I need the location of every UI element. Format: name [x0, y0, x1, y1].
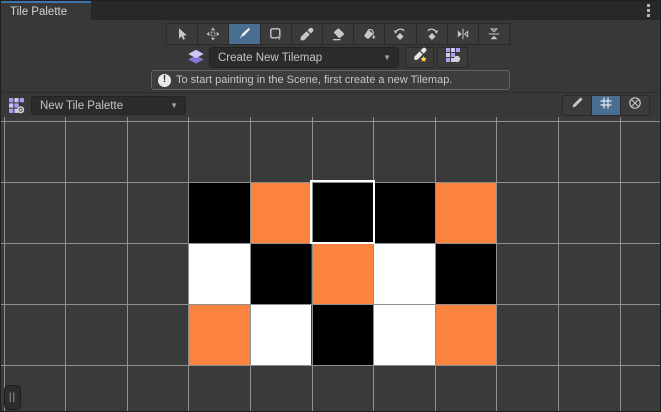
- eraser-icon: [331, 27, 345, 41]
- palette-grid-canvas[interactable]: ||: [1, 117, 661, 412]
- grid-line-vertical: [435, 117, 436, 412]
- palette-tile-black[interactable]: [188, 182, 250, 243]
- cursor-icon: [175, 27, 189, 41]
- gizmos-toggle[interactable]: [621, 96, 649, 115]
- scrollbar-thumb[interactable]: ||: [4, 385, 21, 410]
- grid-line-vertical: [4, 117, 5, 412]
- tool-row: [166, 23, 510, 45]
- palette-toggle-group: [562, 95, 650, 116]
- info-icon: !: [158, 74, 171, 87]
- flip-horizontal-icon: [456, 27, 470, 41]
- flip-x-tool-button[interactable]: [448, 24, 478, 44]
- eyedropper-icon: [300, 27, 314, 41]
- grid-line-vertical: [496, 117, 497, 412]
- brush-icon: [237, 27, 251, 41]
- rotate-cw-tool-button[interactable]: [417, 24, 447, 44]
- palette-dropdown-value: New Tile Palette: [32, 100, 170, 112]
- pencil-icon: [570, 96, 584, 115]
- grid-line-vertical: [65, 117, 66, 412]
- flip-vertical-icon: [487, 27, 501, 41]
- tile-palette-icon: [8, 97, 25, 114]
- grid-line-vertical: [127, 117, 128, 412]
- box-fill-tool-button[interactable]: [261, 24, 291, 44]
- grid-toggle[interactable]: [592, 96, 620, 115]
- palette-tile-orange[interactable]: [188, 304, 250, 365]
- fill-tool-button[interactable]: [354, 24, 384, 44]
- layers-icon: [187, 48, 205, 66]
- gizmo-sphere-icon: [628, 96, 642, 115]
- palette-tile-orange[interactable]: [435, 182, 497, 243]
- palette-tile-black[interactable]: [312, 182, 374, 243]
- active-tilemap-value: Create New Tilemap: [210, 52, 383, 64]
- select-tool-button[interactable]: [167, 24, 197, 44]
- box-select-icon: [269, 27, 283, 41]
- active-tilemap-dropdown[interactable]: Create New Tilemap ▼: [209, 47, 399, 68]
- eyedropper-star-icon: [412, 47, 428, 68]
- chevron-down-icon: ▼: [383, 53, 398, 62]
- palette-tile-white[interactable]: [250, 304, 312, 365]
- tile-palette-window: Tile Palette: [0, 0, 661, 412]
- tab-bar: Tile Palette: [1, 1, 660, 20]
- rotate-ccw-icon: [393, 27, 407, 41]
- grid-icon: [599, 96, 613, 115]
- pick-new-tiles-button[interactable]: [405, 47, 434, 68]
- palette-bar: New Tile Palette ▼: [1, 92, 660, 117]
- move-icon: [206, 27, 220, 41]
- help-box: ! To start painting in the Scene, first …: [151, 70, 510, 90]
- grid-line-vertical: [312, 117, 313, 412]
- chevron-down-icon: ▼: [170, 101, 185, 110]
- edit-palette-toggle[interactable]: [563, 96, 591, 115]
- grid-line-vertical: [250, 117, 251, 412]
- help-message: To start painting in the Scene, first cr…: [176, 74, 452, 86]
- palette-tile-white[interactable]: [188, 243, 250, 304]
- grid-line-horizontal: [1, 182, 661, 183]
- palette-tile-orange[interactable]: [435, 304, 497, 365]
- window-menu-icon[interactable]: [644, 4, 652, 17]
- palette-tile-black[interactable]: [312, 304, 374, 365]
- move-tool-button[interactable]: [198, 24, 228, 44]
- tilemap-settings-button[interactable]: [437, 47, 468, 68]
- brush-tool-button[interactable]: [229, 24, 259, 44]
- paint-bucket-icon: [362, 27, 376, 41]
- palette-tile-white[interactable]: [373, 243, 435, 304]
- rotate-ccw-tool-button[interactable]: [385, 24, 415, 44]
- palette-tile-black[interactable]: [435, 243, 497, 304]
- palette-tile-orange[interactable]: [312, 243, 374, 304]
- grid-line-vertical: [188, 117, 189, 412]
- grid-line-vertical: [558, 117, 559, 412]
- tab-title: Tile Palette: [10, 6, 67, 18]
- palette-dropdown[interactable]: New Tile Palette ▼: [31, 96, 186, 115]
- grid-line-horizontal: [1, 365, 661, 366]
- palette-tile-black[interactable]: [373, 182, 435, 243]
- palette-tile-orange[interactable]: [250, 182, 312, 243]
- grid-line-vertical: [620, 117, 621, 412]
- tab-tile-palette[interactable]: Tile Palette: [1, 1, 91, 20]
- grid-line-vertical: [373, 117, 374, 412]
- grid-line-horizontal: [1, 243, 661, 244]
- grid-line-horizontal: [1, 121, 661, 122]
- grid-line-horizontal: [1, 304, 661, 305]
- tilemap-gear-icon: [445, 47, 461, 68]
- eraser-tool-button[interactable]: [323, 24, 353, 44]
- picker-tool-button[interactable]: [292, 24, 322, 44]
- palette-tile-white[interactable]: [373, 304, 435, 365]
- rotate-cw-icon: [425, 27, 439, 41]
- palette-tile-black[interactable]: [250, 243, 312, 304]
- flip-y-tool-button[interactable]: [479, 24, 509, 44]
